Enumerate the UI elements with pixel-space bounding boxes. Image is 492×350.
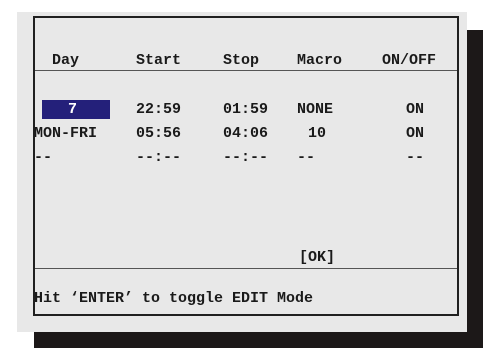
status-divider bbox=[35, 268, 457, 269]
schedule-panel: Day Start Stop Macro ON/OFF 7 22:59 01:5… bbox=[17, 12, 467, 332]
row-1-day[interactable]: 7 bbox=[68, 101, 77, 119]
row-3-onoff[interactable]: -- bbox=[406, 149, 424, 167]
row-1-macro[interactable]: NONE bbox=[297, 101, 333, 119]
column-header-day: Day bbox=[52, 52, 80, 69]
column-header-macro: Macro bbox=[297, 52, 343, 69]
row-2-start[interactable]: 05:56 bbox=[136, 125, 181, 143]
row-3-macro[interactable]: -- bbox=[297, 149, 315, 167]
schedule-screen: Day Start Stop Macro ON/OFF 7 22:59 01:5… bbox=[0, 0, 492, 350]
column-header-start: Start bbox=[136, 52, 182, 69]
row-3-day[interactable]: -- bbox=[34, 149, 52, 167]
row-3-start[interactable]: --:-- bbox=[136, 149, 181, 167]
row-2-day[interactable]: MON-FRI bbox=[34, 125, 97, 143]
column-header-onoff: ON/OFF bbox=[382, 52, 437, 69]
status-message: Hit ‘ENTER’ to toggle EDIT Mode bbox=[34, 290, 314, 307]
row-2-stop[interactable]: 04:06 bbox=[223, 125, 268, 143]
schedule-frame: Day Start Stop Macro ON/OFF 7 22:59 01:5… bbox=[33, 16, 459, 316]
ok-button[interactable]: [OK] bbox=[299, 249, 335, 267]
row-3-stop[interactable]: --:-- bbox=[223, 149, 268, 167]
header-divider bbox=[35, 70, 457, 71]
row-1-start[interactable]: 22:59 bbox=[136, 101, 181, 119]
row-2-onoff[interactable]: ON bbox=[406, 125, 424, 143]
row-1-onoff[interactable]: ON bbox=[406, 101, 424, 119]
row-1-stop[interactable]: 01:59 bbox=[223, 101, 268, 119]
column-header-stop: Stop bbox=[223, 52, 260, 69]
row-2-macro[interactable]: 10 bbox=[308, 125, 326, 143]
